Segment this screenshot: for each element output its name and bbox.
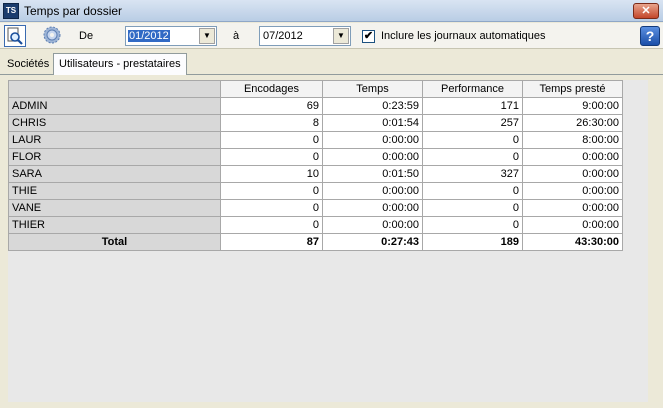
table-row[interactable]: LAUR 0 0:00:00 0 8:00:00 — [8, 131, 623, 149]
toolbar: De 01/2012 ▼ à 07/2012 ▼ ✔ Inclure les j… — [0, 23, 663, 49]
table-cell[interactable]: 43:30:00 — [522, 233, 623, 251]
gear-icon[interactable] — [42, 25, 64, 47]
time-table: Encodages Temps Performance Temps presté… — [8, 80, 623, 251]
title-bar: TS Temps par dossier ✕ — [0, 0, 663, 22]
table-header: Encodages Temps Performance Temps presté — [8, 80, 623, 98]
table-cell[interactable]: 0:00:00 — [522, 199, 623, 217]
table-row[interactable]: FLOR 0 0:00:00 0 0:00:00 — [8, 148, 623, 166]
include-auto-journals-checkbox[interactable]: ✔ — [362, 30, 375, 43]
table-row[interactable]: CHRIS 8 0:01:54 257 26:30:00 — [8, 114, 623, 132]
from-period-select[interactable]: 01/2012 ▼ — [125, 26, 217, 46]
table-cell[interactable]: 26:30:00 — [522, 114, 623, 132]
table-cell[interactable]: 0 — [422, 131, 523, 149]
grid-panel: Encodages Temps Performance Temps presté… — [8, 80, 648, 402]
column-header[interactable]: Temps — [322, 80, 423, 98]
chevron-down-icon[interactable]: ▼ — [333, 28, 349, 44]
table-row[interactable]: VANE 0 0:00:00 0 0:00:00 — [8, 199, 623, 217]
table-cell[interactable]: 8 — [220, 114, 323, 132]
tab-societes[interactable]: Sociétés — [2, 55, 54, 75]
row-header-cell[interactable]: VANE — [8, 199, 221, 217]
corner-cell — [8, 80, 221, 98]
table-cell[interactable]: 0 — [220, 182, 323, 200]
help-button[interactable]: ? — [640, 26, 660, 46]
table-row[interactable]: THIE 0 0:00:00 0 0:00:00 — [8, 182, 623, 200]
table-cell[interactable]: 0 — [220, 131, 323, 149]
table-row[interactable]: THIER 0 0:00:00 0 0:00:00 — [8, 216, 623, 234]
column-header[interactable]: Performance — [422, 80, 523, 98]
include-auto-journals-label[interactable]: Inclure les journaux automatiques — [381, 30, 545, 42]
table-cell[interactable]: 0:00:00 — [322, 182, 423, 200]
table-cell[interactable]: 0:00:00 — [322, 216, 423, 234]
table-cell[interactable]: 0:00:00 — [522, 165, 623, 183]
tab-utilisateurs-prestataires[interactable]: Utilisateurs - prestataires — [53, 53, 187, 75]
row-header-cell[interactable]: ADMIN — [8, 97, 221, 115]
table-cell[interactable]: 0:01:50 — [322, 165, 423, 183]
table-cell[interactable]: 0 — [220, 216, 323, 234]
column-header[interactable]: Encodages — [220, 80, 323, 98]
table-cell[interactable]: 327 — [422, 165, 523, 183]
table-cell[interactable]: 0:00:00 — [322, 131, 423, 149]
table-cell[interactable]: 87 — [220, 233, 323, 251]
from-label: De — [79, 30, 94, 42]
table-cell[interactable]: 0 — [220, 199, 323, 217]
table-cell[interactable]: 0 — [422, 216, 523, 234]
table-cell[interactable]: 171 — [422, 97, 523, 115]
table-cell[interactable]: 10 — [220, 165, 323, 183]
window-title: Temps par dossier — [24, 4, 123, 18]
to-label: à — [233, 30, 240, 42]
table-cell[interactable]: 189 — [422, 233, 523, 251]
chevron-down-icon[interactable]: ▼ — [199, 28, 215, 44]
close-button[interactable]: ✕ — [633, 3, 659, 19]
table-cell[interactable]: 9:00:00 — [522, 97, 623, 115]
row-header-cell[interactable]: Total — [8, 233, 221, 251]
table-cell[interactable]: 0:27:43 — [322, 233, 423, 251]
search-icon[interactable] — [4, 25, 26, 47]
row-header-cell[interactable]: SARA — [8, 165, 221, 183]
table-cell[interactable]: 0 — [422, 199, 523, 217]
table-cell[interactable]: 0:00:00 — [322, 148, 423, 166]
row-header-cell[interactable]: THIE — [8, 182, 221, 200]
table-row[interactable]: SARA 10 0:01:50 327 0:00:00 — [8, 165, 623, 183]
to-period-select[interactable]: 07/2012 ▼ — [259, 26, 351, 46]
table-cell[interactable]: 0:00:00 — [522, 148, 623, 166]
row-header-cell[interactable]: THIER — [8, 216, 221, 234]
to-period-value: 07/2012 — [263, 30, 303, 42]
table-row[interactable]: ADMIN 69 0:23:59 171 9:00:00 — [8, 97, 623, 115]
app-icon: TS — [3, 3, 19, 19]
table-cell[interactable]: 0 — [422, 148, 523, 166]
row-header-cell[interactable]: FLOR — [8, 148, 221, 166]
column-header[interactable]: Temps presté — [522, 80, 623, 98]
total-row[interactable]: Total 87 0:27:43 189 43:30:00 — [8, 233, 623, 251]
table-cell[interactable]: 0:23:59 — [322, 97, 423, 115]
row-header-cell[interactable]: LAUR — [8, 131, 221, 149]
tab-bar: Sociétés Utilisateurs - prestataires — [0, 53, 663, 75]
table-cell[interactable]: 0:00:00 — [522, 182, 623, 200]
table-cell[interactable]: 69 — [220, 97, 323, 115]
table-cell[interactable]: 0:00:00 — [522, 216, 623, 234]
from-period-value: 01/2012 — [128, 30, 170, 42]
table-cell[interactable]: 0 — [422, 182, 523, 200]
table-cell[interactable]: 0:00:00 — [322, 199, 423, 217]
row-header-cell[interactable]: CHRIS — [8, 114, 221, 132]
table-cell[interactable]: 0 — [220, 148, 323, 166]
table-cell[interactable]: 8:00:00 — [522, 131, 623, 149]
table-cell[interactable]: 0:01:54 — [322, 114, 423, 132]
table-cell[interactable]: 257 — [422, 114, 523, 132]
